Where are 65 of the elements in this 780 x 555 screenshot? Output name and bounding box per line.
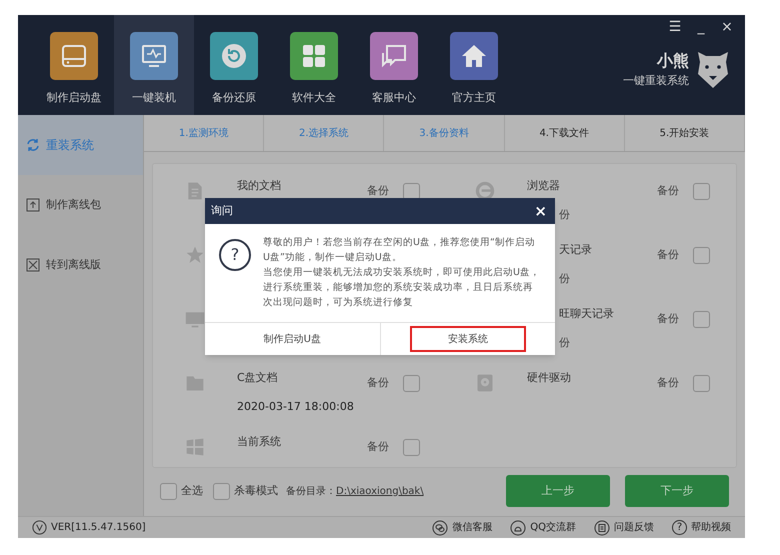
- dialog-message: 尊敬的用户！若您当前存在空闲的U盘，推荐您使用“制作启动 U盘”功能，制作一键启动U盘。 当您使用一键装机无法成功安装系统时，即可使用此启动U盘， 进行系统重装，能够增加您的系统安装成功率，且日后系统再 次出现问题时，可为系统进行修复: [263, 236, 541, 310]
- backup-label: 份: [559, 270, 570, 286]
- item-name: 我的文档: [237, 178, 281, 194]
- backup-label: 备份: [657, 183, 679, 200]
- sidebar-item[interactable]: 转到离线版: [18, 235, 143, 295]
- item-name: 天记录: [559, 242, 592, 258]
- refresh-icon: [26, 138, 40, 152]
- directory-link[interactable]: D:\xiaoxiong\bak\: [336, 484, 424, 498]
- help-icon: ?: [672, 520, 687, 535]
- dialog-button[interactable]: 安装系统: [410, 326, 526, 352]
- antivirus-checkbox[interactable]: [213, 482, 230, 500]
- brand-name: 小熊: [657, 50, 689, 72]
- backup-checkbox[interactable]: [693, 375, 710, 392]
- item-name: C盘文档: [237, 370, 278, 386]
- upload-icon: [26, 198, 40, 212]
- backup-label: 备份: [657, 375, 679, 392]
- backup-label: 备份: [367, 375, 389, 392]
- chat-bubbles-icon: [432, 520, 448, 536]
- nav-tab[interactable]: 软件大全: [274, 15, 354, 115]
- nav-tab[interactable]: 制作启动盘: [34, 15, 114, 115]
- backup-label: 份: [559, 334, 570, 350]
- backup-label: 备份: [367, 183, 389, 200]
- dialog-button[interactable]: 制作启动U盘: [234, 326, 350, 352]
- item-date: 2020-03-17 18:00:08: [237, 398, 354, 414]
- nav-tab[interactable]: 备份还原: [194, 15, 274, 115]
- item-name: 硬件驱动: [527, 370, 571, 386]
- item-name: 当前系统: [237, 434, 281, 450]
- box-icon: [26, 258, 40, 272]
- window-control[interactable]: ×: [719, 17, 735, 38]
- sidebar-item[interactable]: 制作离线包: [18, 175, 143, 235]
- version-text: VER[11.5.47.1560]: [51, 521, 146, 535]
- dialog-title: 询问: [211, 202, 233, 219]
- window-control[interactable]: _: [693, 17, 709, 38]
- item-name: 浏览器: [527, 178, 560, 194]
- select-all-checkbox[interactable]: [160, 482, 177, 500]
- item-name: 旺聊天记录: [559, 306, 614, 322]
- restore-icon: [219, 41, 249, 71]
- backup-checkbox[interactable]: [693, 247, 710, 264]
- version-icon: [32, 520, 47, 535]
- footer-link[interactable]: ? 帮助视频: [672, 520, 731, 536]
- directory-label: 备份目录：: [286, 484, 336, 498]
- backup-label: 备份: [657, 247, 679, 264]
- backup-label: 份: [559, 206, 570, 222]
- question-icon: ?: [219, 239, 251, 271]
- footer-link[interactable]: QQ交流群: [510, 520, 576, 536]
- footer-link[interactable]: 问题反馈: [594, 520, 654, 536]
- nav-tab[interactable]: 客服中心: [354, 15, 434, 115]
- windows-icon: [185, 437, 205, 457]
- backup-checkbox[interactable]: [403, 375, 420, 392]
- backup-checkbox[interactable]: [693, 311, 710, 328]
- backup-label: 备份: [657, 311, 679, 328]
- close-button[interactable]: ×: [534, 200, 547, 222]
- checkbox-label: 全选: [181, 482, 203, 499]
- browser-icon: [475, 181, 495, 201]
- star-icon: [185, 245, 205, 265]
- backup-checkbox[interactable]: [403, 439, 420, 456]
- backup-checkbox[interactable]: [693, 183, 710, 200]
- nav-tab[interactable]: 一键装机: [114, 15, 194, 115]
- feedback-icon: [594, 520, 610, 536]
- brand-tagline: 一键重装系统: [623, 73, 689, 89]
- nav-tab[interactable]: 官方主页: [434, 15, 514, 115]
- backup-label: 备份: [367, 439, 389, 456]
- window-control[interactable]: ☰: [667, 17, 683, 38]
- checkbox-label: 杀毒模式: [234, 482, 278, 499]
- footer-link[interactable]: 微信客服: [432, 520, 492, 536]
